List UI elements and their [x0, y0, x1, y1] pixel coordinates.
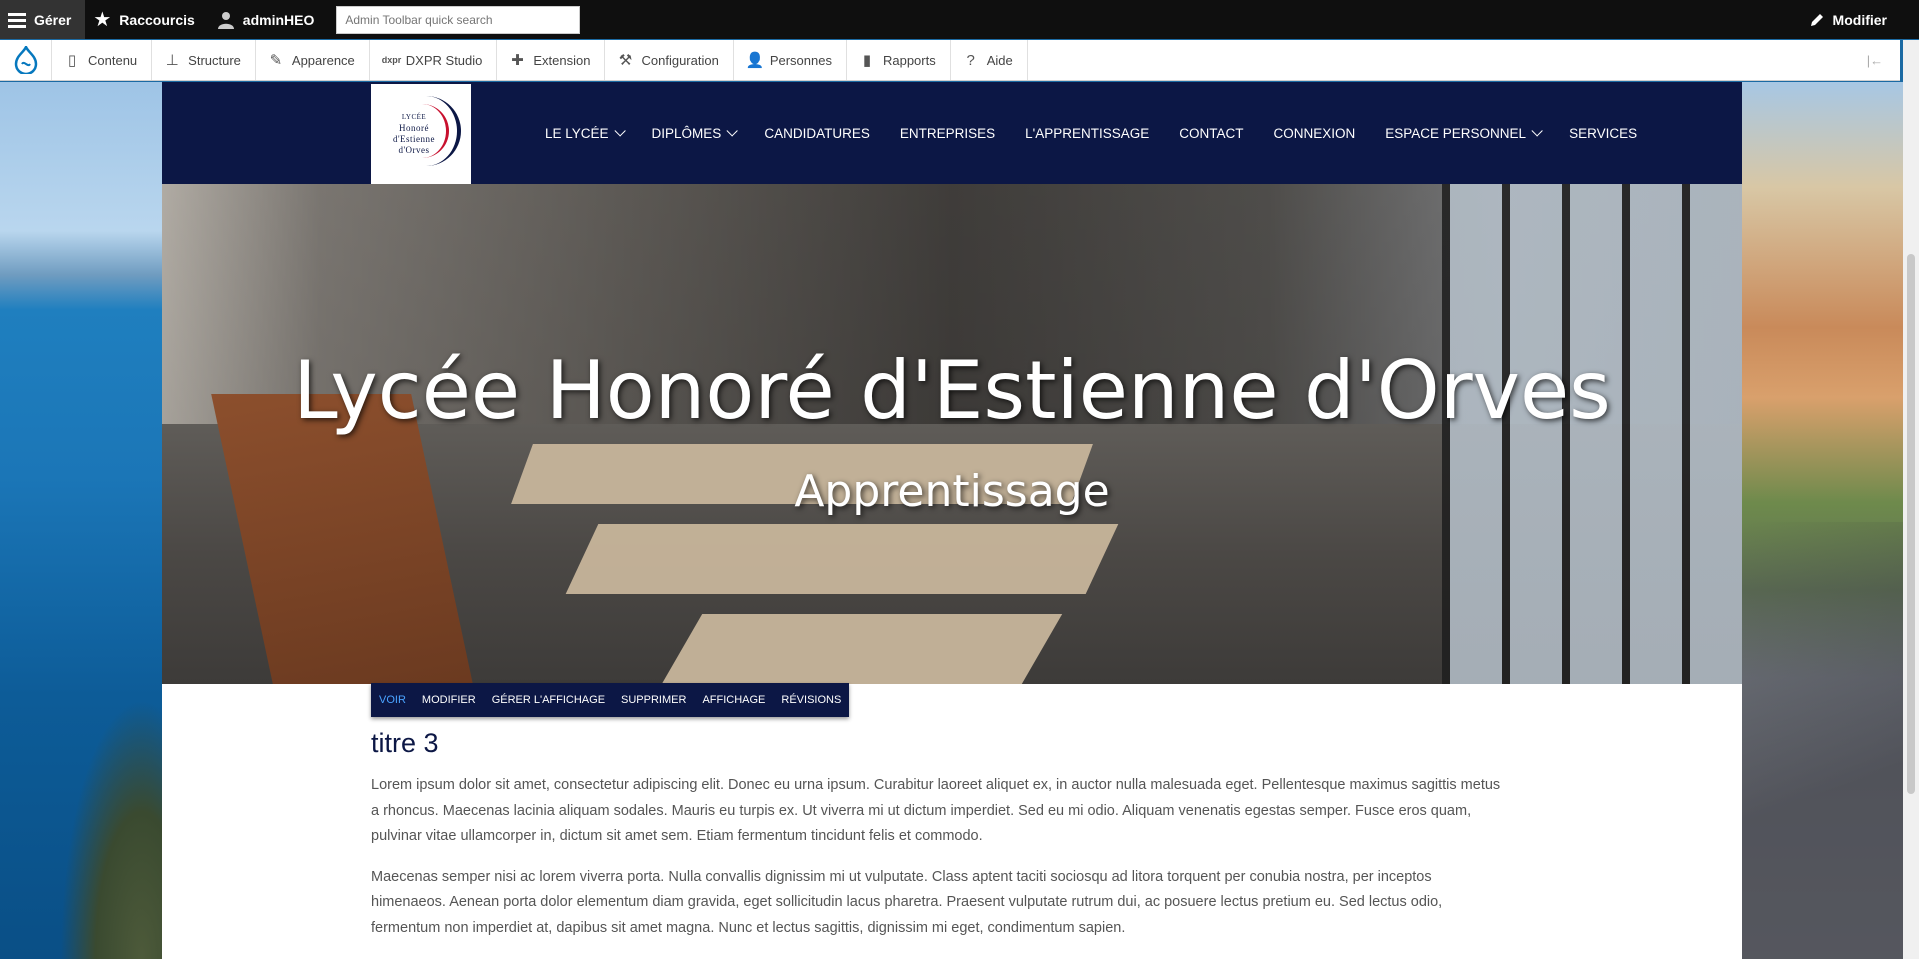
- tray-item-configuration[interactable]: ⚒ Configuration: [605, 40, 734, 80]
- admin-quick-search-input[interactable]: [336, 5, 581, 34]
- tab-affichage[interactable]: AFFICHAGE: [702, 694, 765, 706]
- edit-toggle-button[interactable]: Modifier: [1809, 12, 1919, 28]
- nav-item-diplomes[interactable]: DIPLÔMES: [651, 125, 739, 141]
- tray-orientation-toggle[interactable]: |←: [1850, 40, 1900, 80]
- tray-item-contenu[interactable]: ▯ Contenu: [52, 40, 153, 80]
- tray-item-aide[interactable]: ? Aide: [951, 40, 1028, 80]
- sitemap-icon: ⊥: [165, 52, 179, 69]
- star-icon: ★: [93, 8, 112, 31]
- bar-chart-icon: ▮: [862, 52, 872, 69]
- chevron-down-icon: [726, 125, 739, 137]
- user-label: adminHEO: [242, 11, 315, 28]
- people-icon: 👤: [745, 52, 765, 69]
- file-icon: ▯: [67, 52, 77, 69]
- manage-button[interactable]: Gérer: [0, 0, 86, 39]
- logo-line: d'Orves: [398, 145, 430, 155]
- hero-desk-row: [661, 614, 1063, 684]
- tray-item-label: Configuration: [641, 52, 719, 68]
- hero-banner: Lycée Honoré d'Estienne d'Orves Apprenti…: [162, 184, 1742, 684]
- tray-item-label: DXPR Studio: [405, 52, 483, 68]
- drupal-home-button[interactable]: [0, 40, 52, 80]
- nav-label: CONTACT: [1179, 125, 1244, 141]
- local-tasks-tabs: VOIR MODIFIER GÉRER L'AFFICHAGE SUPPRIME…: [371, 683, 850, 717]
- logo-line: Honoré: [399, 123, 429, 133]
- nav-label: DIPLÔMES: [651, 125, 722, 141]
- logo-text: LYCÉE Honoré d'Estienne d'Orves: [393, 112, 435, 156]
- nav-item-connexion[interactable]: CONNEXION: [1274, 126, 1356, 141]
- dxpr-icon: dxpr: [381, 55, 402, 65]
- content-heading: titre 3: [371, 728, 439, 758]
- background-town-right: [1742, 82, 1919, 959]
- hamburger-icon: [8, 11, 26, 29]
- tray-item-label: Aide: [986, 52, 1013, 68]
- admin-tray: ▯ Contenu ⊥ Structure ✎ Apparence dxpr D…: [0, 40, 1900, 81]
- tray-item-dxpr-studio[interactable]: dxpr DXPR Studio: [370, 40, 498, 80]
- site-page: LYCÉE Honoré d'Estienne d'Orves LE LYCÉE…: [162, 82, 1742, 959]
- site-header: LYCÉE Honoré d'Estienne d'Orves LE LYCÉE…: [162, 82, 1742, 184]
- nav-item-apprentissage[interactable]: L'APPRENTISSAGE: [1025, 126, 1149, 141]
- nav-label: SERVICES: [1569, 125, 1638, 141]
- drupal-drop-icon: [14, 46, 37, 74]
- admin-toolbar: Gérer ★ Raccourcis adminHEO Modifier: [0, 0, 1919, 39]
- tray-item-personnes[interactable]: 👤 Personnes: [734, 40, 847, 80]
- logo-line: LYCÉE: [401, 113, 427, 121]
- nav-label: CANDIDATURES: [764, 125, 870, 141]
- tray-item-label: Rapports: [882, 52, 936, 68]
- tray-item-label: Structure: [188, 52, 241, 68]
- chevron-down-icon: [1531, 125, 1543, 137]
- tab-supprimer[interactable]: SUPPRIMER: [621, 694, 686, 706]
- page-scrollbar[interactable]: [1903, 40, 1919, 959]
- tab-voir[interactable]: VOIR: [379, 694, 406, 706]
- main-nav: LE LYCÉE DIPLÔMES CANDIDATURES ENTREPRIS…: [545, 82, 1637, 184]
- hero-title: Lycée Honoré d'Estienne d'Orves: [293, 344, 1611, 437]
- tab-revisions[interactable]: RÉVISIONS: [781, 694, 841, 706]
- tray-item-label: Apparence: [291, 52, 355, 68]
- wrench-icon: ⚒: [618, 52, 633, 69]
- nav-label: CONNEXION: [1273, 125, 1356, 141]
- nav-label: ENTREPRISES: [899, 125, 996, 141]
- paintbrush-icon: ✎: [269, 52, 283, 69]
- help-icon: ?: [966, 51, 975, 69]
- nav-label: ESPACE PERSONNEL: [1385, 125, 1527, 141]
- tray-item-rapports[interactable]: ▮ Rapports: [847, 40, 951, 80]
- user-icon: [217, 11, 234, 29]
- manage-label: Gérer: [34, 11, 72, 28]
- nav-item-candidatures[interactable]: CANDIDATURES: [764, 126, 870, 141]
- nav-label: L'APPRENTISSAGE: [1025, 125, 1150, 141]
- puzzle-icon: ✚: [511, 52, 524, 69]
- logo-line: d'Estienne: [392, 134, 436, 144]
- tray-item-structure[interactable]: ⊥ Structure: [152, 40, 256, 80]
- content-paragraph: Maecenas semper nisi ac lorem viverra po…: [371, 868, 1443, 936]
- site-logo[interactable]: LYCÉE Honoré d'Estienne d'Orves: [371, 84, 471, 184]
- collapse-icon: |←: [1866, 52, 1884, 68]
- tab-gerer-affichage[interactable]: GÉRER L'AFFICHAGE: [492, 694, 605, 706]
- pencil-icon: [1810, 13, 1823, 26]
- nav-item-contact[interactable]: CONTACT: [1179, 126, 1243, 141]
- user-button[interactable]: adminHEO: [209, 0, 329, 39]
- hero-desk-row: [565, 524, 1119, 594]
- hero-subtitle: Apprentissage: [794, 466, 1110, 517]
- tray-item-label: Extension: [533, 52, 591, 68]
- nav-item-entreprises[interactable]: ENTREPRISES: [900, 126, 995, 141]
- tray-item-apparence[interactable]: ✎ Apparence: [256, 40, 370, 80]
- shortcuts-button[interactable]: ★ Raccourcis: [85, 0, 208, 39]
- shortcuts-label: Raccourcis: [119, 11, 195, 28]
- nav-item-services[interactable]: SERVICES: [1569, 126, 1637, 141]
- tray-item-label: Contenu: [88, 52, 138, 68]
- tab-modifier[interactable]: MODIFIER: [422, 694, 476, 706]
- nav-item-espace-personnel[interactable]: ESPACE PERSONNEL: [1385, 125, 1543, 141]
- background-sea-left: [0, 82, 162, 959]
- content-paragraph: Lorem ipsum dolor sit amet, consectetur …: [371, 777, 1501, 844]
- edit-label: Modifier: [1832, 11, 1887, 28]
- nav-item-le-lycee[interactable]: LE LYCÉE: [545, 125, 626, 141]
- page-content: titre 3 Lorem ipsum dolor sit amet, cons…: [371, 728, 1506, 956]
- nav-label: LE LYCÉE: [545, 125, 609, 141]
- chevron-down-icon: [614, 125, 626, 137]
- tray-item-extension[interactable]: ✚ Extension: [497, 40, 606, 80]
- tray-item-label: Personnes: [769, 52, 832, 68]
